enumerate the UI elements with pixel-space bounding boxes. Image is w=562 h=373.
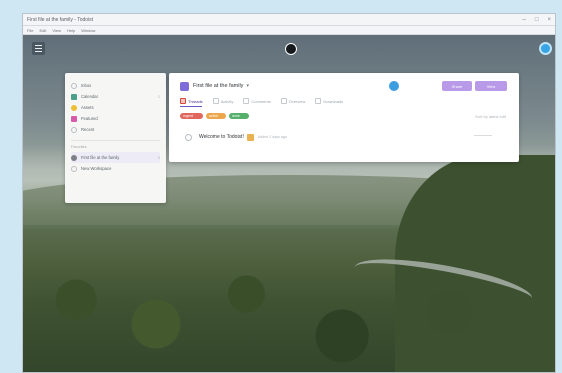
sidebar-divider — [71, 140, 160, 141]
project-logo-icon — [180, 81, 189, 91]
sidebar-item-label: Assets — [81, 105, 94, 110]
activity-icon — [212, 98, 219, 104]
background-trees — [23, 252, 555, 372]
chevron-down-icon[interactable]: ▾ — [246, 83, 249, 89]
sidebar-item-inbox[interactable]: Inbox — [71, 80, 160, 91]
recent-icon — [71, 126, 77, 133]
menu-edit[interactable]: Edit — [39, 28, 46, 33]
sidebar-item-count: 2 — [157, 94, 160, 99]
tag-list: urgent active done — [180, 113, 249, 119]
sidebar: Inbox Calendar 2 Assets Featured Recent … — [65, 73, 166, 203]
tab-threads[interactable]: Threads — [180, 97, 203, 105]
sidebar-item-label: First file at the family — [81, 155, 120, 160]
menu-help[interactable]: Help — [67, 28, 75, 33]
view-button-label: View — [486, 83, 496, 89]
title-bar: First file at the family - Todoist – □ × — [23, 14, 555, 26]
minimize-button[interactable]: – — [523, 17, 526, 23]
maximize-button[interactable]: □ — [535, 17, 539, 23]
project-icon — [71, 154, 77, 161]
calendar-icon — [71, 93, 77, 100]
sidebar-item-label: Calendar — [81, 94, 98, 99]
tab-overview[interactable]: Overview — [280, 97, 306, 105]
tab-downloads[interactable]: Downloads — [315, 97, 343, 105]
profile-icon[interactable] — [539, 42, 552, 55]
plus-icon — [71, 165, 77, 172]
app-logo-icon — [285, 43, 297, 55]
tag-active[interactable]: active — [206, 113, 226, 119]
project-title[interactable]: First file at the family — [193, 83, 243, 89]
menu-view[interactable]: View — [52, 28, 61, 33]
menu-bar: File Edit View Help Window — [23, 26, 555, 35]
active-tab-indicator — [180, 106, 202, 107]
task-row-divider — [474, 135, 492, 136]
sidebar-item-assets[interactable]: Assets — [71, 102, 160, 113]
sidebar-item-count: 3 — [157, 155, 160, 160]
window-title: First file at the family - Todoist — [27, 16, 94, 23]
menu-file[interactable]: File — [27, 28, 33, 33]
sidebar-item-featured[interactable]: Featured — [71, 113, 160, 124]
comments-icon — [243, 98, 250, 104]
project-panel: First file at the family ▾ Share View Th… — [169, 73, 519, 162]
window-controls: – □ × — [523, 17, 551, 23]
tab-label: Threads — [188, 98, 203, 104]
close-button[interactable]: × — [547, 17, 551, 23]
threads-icon — [180, 98, 186, 104]
project-tabs: Threads Activity Comments Overview Downl… — [180, 97, 343, 105]
tab-label: Activity — [220, 98, 234, 104]
sidebar-project-active[interactable]: First file at the family 3 — [71, 152, 160, 163]
sidebar-item-label: Inbox — [81, 83, 92, 88]
task-checkbox[interactable] — [185, 133, 192, 141]
tag-done[interactable]: done — [229, 113, 249, 119]
sidebar-item-label: New Workspace — [81, 166, 112, 171]
tab-label: Overview — [288, 98, 306, 104]
app-canvas: Inbox Calendar 2 Assets Featured Recent … — [23, 35, 555, 372]
sort-dropdown[interactable]: Sort by latest edit — [475, 114, 506, 119]
sidebar-project-new[interactable]: New Workspace — [71, 163, 160, 174]
task-row[interactable]: Welcome to Todoist! Added 2 days ago — [185, 131, 503, 143]
avatar[interactable] — [389, 81, 399, 91]
menu-toggle-icon[interactable] — [32, 42, 45, 55]
task-emoji-icon — [246, 133, 254, 141]
task-title[interactable]: Welcome to Todoist! — [199, 134, 244, 140]
sidebar-section-label: Favorites — [71, 145, 87, 149]
menu-window[interactable]: Window — [81, 28, 95, 33]
app-window: First file at the family - Todoist – □ ×… — [22, 13, 556, 373]
share-button-label: Share — [451, 83, 463, 89]
inbox-icon — [71, 82, 77, 89]
sidebar-item-calendar[interactable]: Calendar 2 — [71, 91, 160, 102]
view-button[interactable]: View — [475, 81, 507, 91]
tab-label: Downloads — [323, 98, 344, 104]
sidebar-item-recent[interactable]: Recent — [71, 124, 160, 135]
featured-icon — [71, 115, 77, 122]
tag-urgent[interactable]: urgent — [180, 113, 203, 119]
task-meta: Added 2 days ago — [257, 135, 287, 139]
tab-activity[interactable]: Activity — [212, 97, 234, 105]
tab-comments[interactable]: Comments — [243, 97, 271, 105]
sidebar-item-label: Recent — [81, 127, 95, 132]
tab-label: Comments — [251, 98, 271, 104]
overview-icon — [280, 98, 287, 104]
assets-icon — [71, 104, 77, 111]
share-button[interactable]: Share — [442, 81, 472, 91]
project-header: First file at the family ▾ Share View — [180, 80, 507, 92]
sidebar-item-label: Featured — [81, 116, 98, 121]
downloads-icon — [315, 98, 322, 104]
